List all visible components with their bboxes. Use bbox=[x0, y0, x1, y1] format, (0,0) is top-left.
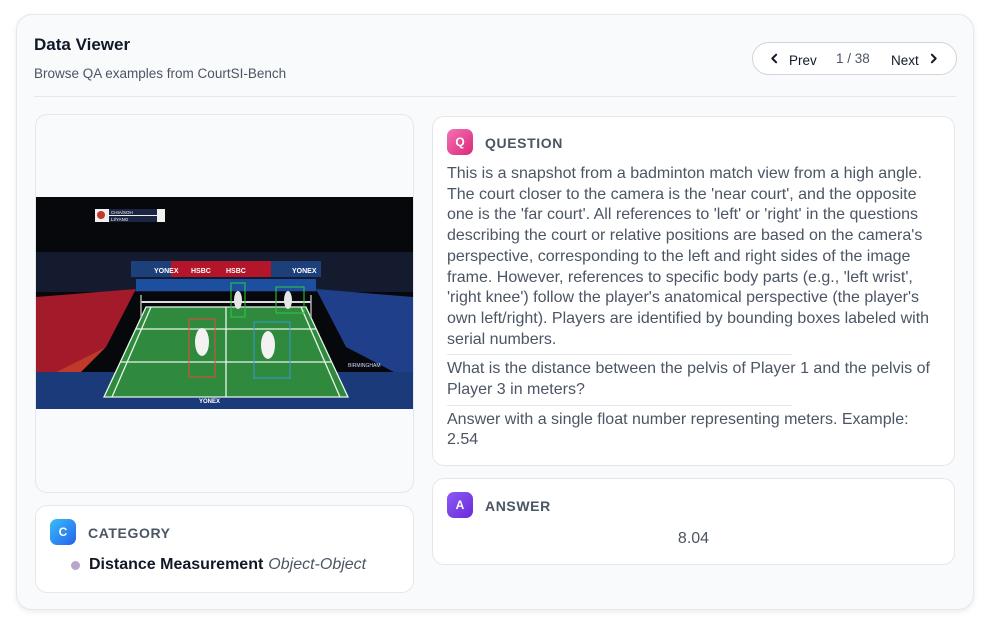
banner-yonex-left: YONEX bbox=[154, 268, 179, 275]
banner-hsbc-1: HSBC bbox=[191, 268, 211, 275]
category-badge: C bbox=[50, 519, 76, 545]
banner-hsbc-2: HSBC bbox=[226, 268, 246, 275]
question-body: This is a snapshot from a badminton matc… bbox=[447, 164, 943, 451]
scoreboard-row-1: CHIA/SOH bbox=[111, 210, 133, 215]
page-title: Data Viewer bbox=[34, 35, 131, 54]
question-heading: QUESTION bbox=[485, 135, 563, 151]
question-divider bbox=[447, 404, 792, 406]
data-viewer-card: Data Viewer Browse QA examples from Cour… bbox=[16, 14, 974, 610]
prev-label: Prev bbox=[789, 52, 817, 68]
banner-yonex-right: YONEX bbox=[292, 268, 317, 275]
question-prompt: What is the distance between the pelvis … bbox=[447, 360, 930, 399]
pager: Prev 1 / 38 Next bbox=[752, 42, 957, 75]
answer-value: 8.04 bbox=[677, 530, 710, 547]
question-badge: Q bbox=[447, 129, 473, 155]
badminton-snapshot-image: YONEX HSBC HSBC YONEX CHIA/SOH LI/YANG Y… bbox=[36, 197, 413, 409]
next-button[interactable]: Next bbox=[891, 43, 939, 74]
court-logo-text: YONEX bbox=[199, 399, 220, 405]
category-panel: C CATEGORY Distance Measurement Object-O… bbox=[35, 505, 414, 593]
answer-heading: ANSWER bbox=[485, 498, 551, 514]
venue-banner-text: BIRMINGHAM bbox=[348, 363, 381, 369]
scoreboard-row-2: LI/YANG bbox=[111, 217, 129, 222]
category-subtype: Object-Object bbox=[268, 556, 367, 573]
page-counter: 1 / 38 bbox=[836, 51, 870, 66]
chevron-right-icon bbox=[930, 53, 937, 64]
category-name: Distance Measurement bbox=[89, 556, 264, 573]
header-divider bbox=[34, 96, 956, 97]
page-subtitle: Browse QA examples from CourtSI-Bench bbox=[34, 66, 287, 81]
category-dot-icon bbox=[71, 560, 80, 570]
question-divider bbox=[447, 354, 792, 356]
image-panel: YONEX HSBC HSBC YONEX CHIA/SOH LI/YANG Y… bbox=[35, 114, 414, 493]
answer-panel: A ANSWER 8.04 bbox=[432, 478, 955, 565]
chevron-left-icon bbox=[771, 53, 778, 64]
next-label: Next bbox=[891, 52, 919, 68]
question-instruction: Answer with a single float number repres… bbox=[447, 410, 909, 449]
answer-badge: A bbox=[447, 492, 473, 518]
question-context: This is a snapshot from a badminton matc… bbox=[447, 165, 930, 348]
prev-button[interactable]: Prev bbox=[769, 43, 817, 74]
category-heading: CATEGORY bbox=[88, 525, 171, 541]
category-item: Distance Measurement Object-Object bbox=[71, 556, 366, 574]
question-panel: Q QUESTION This is a snapshot from a bad… bbox=[432, 116, 955, 466]
